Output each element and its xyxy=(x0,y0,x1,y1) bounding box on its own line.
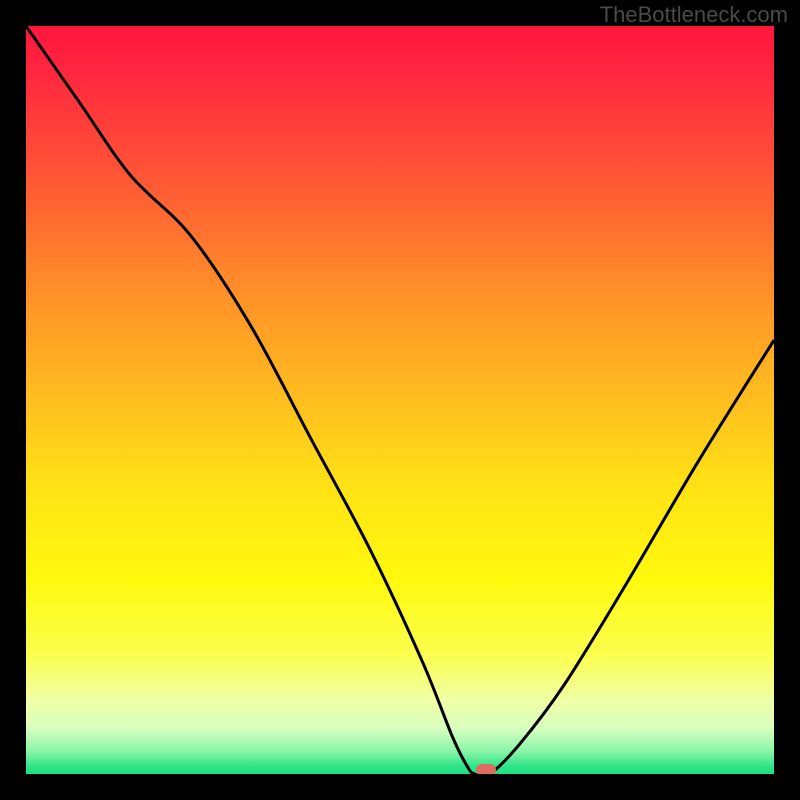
plot-area xyxy=(26,26,774,774)
watermark-text: TheBottleneck.com xyxy=(600,2,788,28)
bottleneck-curve xyxy=(26,26,774,774)
curve-path xyxy=(26,26,774,774)
optimal-point-marker xyxy=(476,764,496,774)
chart-frame: TheBottleneck.com xyxy=(0,0,800,800)
